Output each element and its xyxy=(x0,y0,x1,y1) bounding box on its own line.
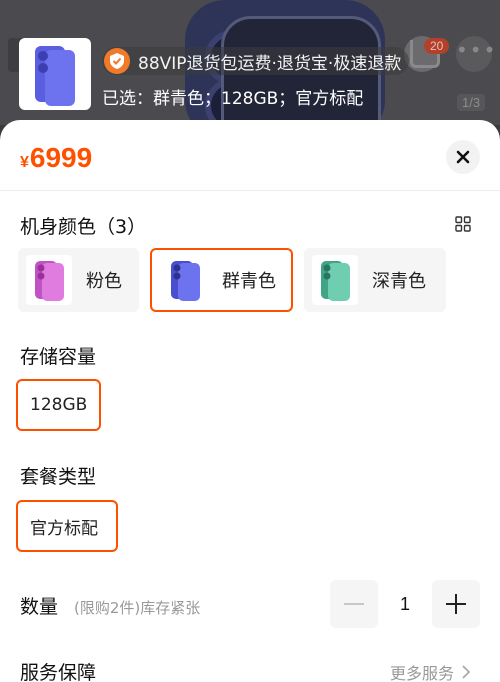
divider xyxy=(0,190,500,191)
vip-benefits-text: 88VIP退货包运费·退货宝·极速退款 xyxy=(138,53,402,74)
cart-badge: 20 xyxy=(424,38,450,54)
color-option-teal[interactable]: 深青色 xyxy=(304,248,446,312)
decrease-quantity-button[interactable] xyxy=(330,580,378,628)
color-option-ultramarine[interactable]: 群青色 xyxy=(150,248,293,312)
minus-icon xyxy=(344,603,364,605)
color-option-pink[interactable]: 粉色 xyxy=(18,248,139,312)
storage-option-128gb[interactable]: 128GB xyxy=(16,379,101,431)
more-icon: ••• xyxy=(456,36,495,72)
service-guarantee-label: 服务保障 xyxy=(20,662,97,682)
vip-benefits-banner: 88VIP退货包运费·退货宝·极速退款 xyxy=(102,47,410,75)
storage-section-title: 存储容量 xyxy=(20,346,97,368)
ultramarine-phone-image xyxy=(162,255,208,305)
color-option-label: 群青色 xyxy=(222,271,276,292)
quantity-value[interactable]: 1 xyxy=(390,594,420,615)
phone-thumbnail-icon xyxy=(35,46,75,106)
close-icon xyxy=(456,150,470,164)
currency-symbol: ¥ xyxy=(20,154,29,171)
more-services-text: 更多服务 xyxy=(390,664,455,682)
chevron-right-icon xyxy=(462,665,471,679)
shield-check-icon xyxy=(104,48,130,74)
package-section-title: 套餐类型 xyxy=(20,466,97,488)
pink-phone-image xyxy=(26,255,72,305)
price: ¥ 6999 xyxy=(20,142,92,174)
quantity-label: 数量 xyxy=(20,596,59,618)
color-section-title: 机身颜色（3） xyxy=(20,216,147,238)
close-button[interactable] xyxy=(446,140,480,174)
more-services-link[interactable]: 更多服务 xyxy=(390,660,472,682)
grid-view-icon[interactable] xyxy=(455,216,471,232)
package-option-standard[interactable]: 官方标配 xyxy=(16,500,118,552)
selected-options-summary: 已选：群青色；128GB；官方标配 xyxy=(102,89,364,109)
quantity-limit-note: (限购2件)库存紧张 xyxy=(74,599,201,617)
teal-phone-image xyxy=(312,255,358,305)
plus-icon xyxy=(446,594,466,614)
image-counter: 1/3 xyxy=(457,94,486,111)
color-option-label: 深青色 xyxy=(372,271,426,292)
sku-selection-sheet: ¥ 6999 机身颜色（3） 粉色 群青色 深青色 存储容量 128GB 套餐类… xyxy=(0,120,500,682)
selected-product-thumbnail[interactable] xyxy=(19,38,91,110)
increase-quantity-button[interactable] xyxy=(432,580,480,628)
color-option-label: 粉色 xyxy=(86,271,122,292)
price-amount: 6999 xyxy=(29,142,93,173)
